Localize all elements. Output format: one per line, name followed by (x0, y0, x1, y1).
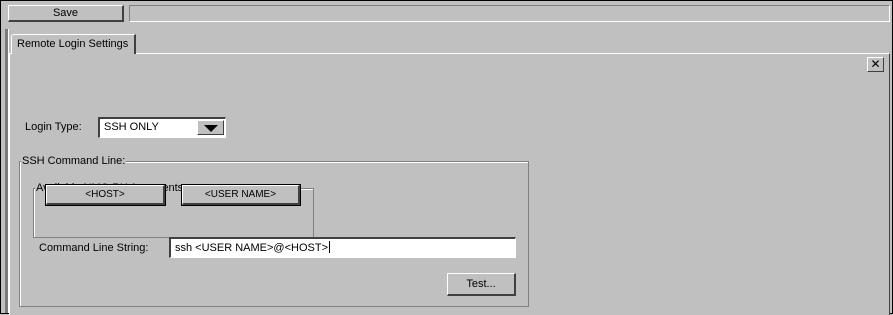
host-argument-button[interactable]: <HOST> (45, 184, 166, 206)
test-button[interactable]: Test... (447, 273, 516, 296)
ssh-command-line-title: SSH Command Line: (21, 154, 127, 168)
login-type-value: SSH ONLY (104, 121, 159, 133)
tab-remote-login-settings[interactable]: Remote Login Settings (11, 34, 137, 54)
window: Save Remote Login Settings ✕ Login Type:… (0, 0, 893, 315)
user-name-argument-button[interactable]: <USER NAME> (181, 184, 301, 206)
toolbar: Save (1, 1, 892, 27)
toolbar-empty-area (129, 5, 890, 22)
chevron-down-icon[interactable] (197, 120, 224, 135)
save-button[interactable]: Save (8, 5, 124, 22)
login-type-label: Login Type: (25, 121, 82, 133)
command-line-string-input[interactable]: ssh <USER NAME>@<HOST> (169, 237, 516, 258)
login-type-select[interactable]: SSH ONLY (98, 117, 226, 138)
command-line-string-label: Command Line String: (39, 242, 149, 254)
close-icon[interactable]: ✕ (867, 57, 884, 72)
command-line-string-value: ssh <USER NAME>@<HOST> (175, 242, 328, 254)
text-caret (329, 241, 330, 253)
